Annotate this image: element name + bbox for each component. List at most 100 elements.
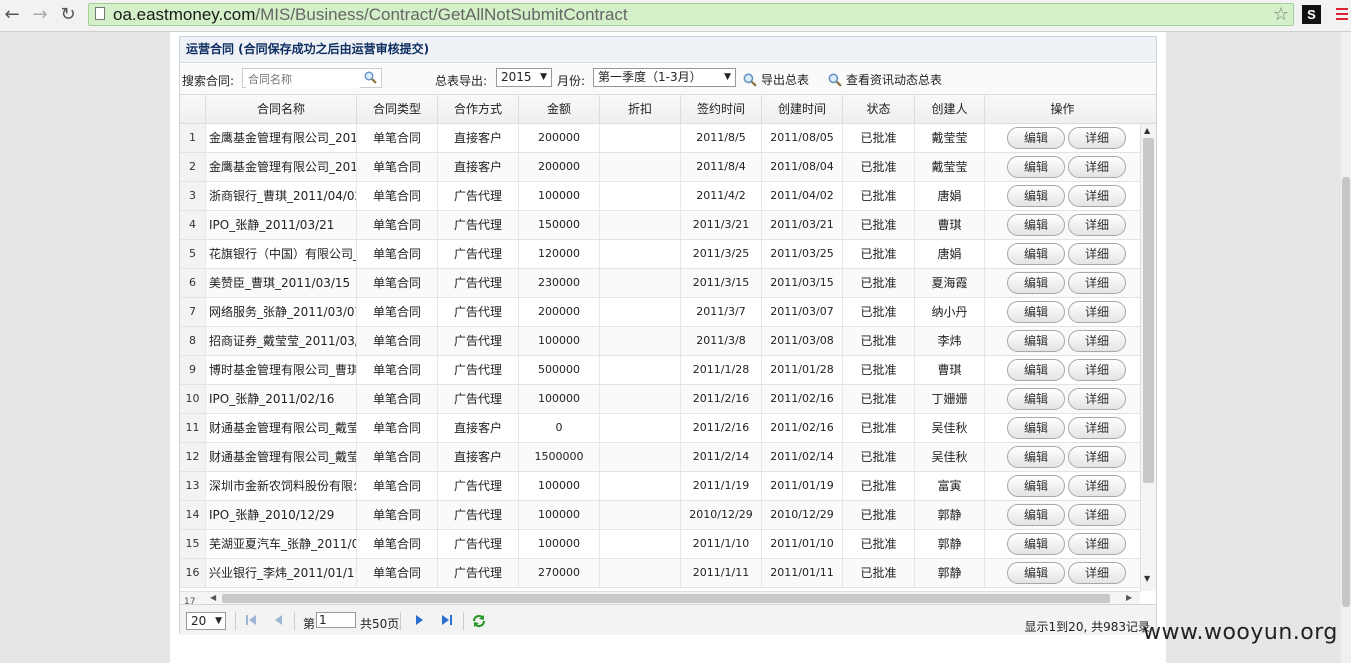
- export-button[interactable]: 导出总表: [743, 71, 809, 88]
- detail-button[interactable]: 详细: [1068, 185, 1126, 207]
- table-hscroll-thumb[interactable]: [222, 594, 1110, 603]
- scroll-up-icon[interactable]: ▲: [1144, 126, 1150, 135]
- table-row[interactable]: 15 芜湖亚夏汽车_张静_2011/01/单笔合同 广告代理 100000 2011/1…: [180, 530, 1140, 559]
- sign-date-cell: 2010/12/29: [681, 501, 762, 529]
- edit-button[interactable]: 编辑: [1007, 127, 1065, 149]
- table-row[interactable]: 4 IPO_张静_2011/03/21 单笔合同 广告代理 150000 2011/3/2…: [180, 211, 1140, 240]
- edit-button[interactable]: 编辑: [1007, 562, 1065, 584]
- next-page-icon[interactable]: [412, 613, 426, 630]
- browser-menu-icon[interactable]: [1336, 8, 1348, 23]
- created-date-cell: 2011/02/14: [762, 443, 843, 471]
- header-contract-name[interactable]: 合同名称: [206, 95, 357, 123]
- detail-button[interactable]: 详细: [1068, 417, 1126, 439]
- edit-button[interactable]: 编辑: [1007, 388, 1065, 410]
- edit-button[interactable]: 编辑: [1007, 214, 1065, 236]
- table-row[interactable]: 5 花旗银行（中国）有限公司_ 单笔合同 广告代理 120000 2011/3/25 201…: [180, 240, 1140, 269]
- header-discount[interactable]: 折扣: [600, 95, 681, 123]
- scroll-right-icon[interactable]: ▶: [1126, 593, 1132, 602]
- url-text[interactable]: oa.eastmoney.com/MIS/Business/Contract/G…: [113, 5, 628, 25]
- detail-button[interactable]: 详细: [1068, 330, 1126, 352]
- edit-button[interactable]: 编辑: [1007, 272, 1065, 294]
- view-summary-button[interactable]: 查看资讯动态总表: [828, 71, 942, 88]
- table-row[interactable]: 12 财通基金管理有限公司_戴莹 单笔合同 直接客户 1500000 2011/2/14 2…: [180, 443, 1140, 472]
- refresh-icon[interactable]: [471, 613, 487, 632]
- edit-button[interactable]: 编辑: [1007, 533, 1065, 555]
- header-contract-type[interactable]: 合同类型: [357, 95, 438, 123]
- search-field[interactable]: [242, 68, 382, 88]
- header-sign-date[interactable]: 签约时间: [681, 95, 762, 123]
- page-scrollbar-thumb[interactable]: [1342, 177, 1350, 607]
- detail-button[interactable]: 详细: [1068, 301, 1126, 323]
- table-vscroll-thumb[interactable]: [1143, 138, 1154, 483]
- edit-button[interactable]: 编辑: [1007, 417, 1065, 439]
- cooperation-mode-cell: 广告代理: [438, 559, 519, 587]
- table-row[interactable]: 9 博时基金管理有限公司_曹琪 单笔合同 广告代理 500000 2011/1/28 201…: [180, 356, 1140, 385]
- scroll-left-icon[interactable]: ◀: [210, 593, 216, 602]
- search-icon[interactable]: [364, 71, 377, 87]
- header-cooperation-mode[interactable]: 合作方式: [438, 95, 519, 123]
- edit-button[interactable]: 编辑: [1007, 475, 1065, 497]
- table-horizontal-scrollbar[interactable]: ◀ ▶: [180, 591, 1140, 605]
- edit-button[interactable]: 编辑: [1007, 185, 1065, 207]
- created-date-cell: 2011/01/11: [762, 559, 843, 587]
- detail-button[interactable]: 详细: [1068, 475, 1126, 497]
- table-vertical-scrollbar[interactable]: ▲ ▼: [1140, 124, 1156, 591]
- extension-s-icon[interactable]: S: [1302, 5, 1321, 24]
- table-row[interactable]: 10 IPO_张静_2011/02/16 单笔合同 广告代理 100000 2011/2/…: [180, 385, 1140, 414]
- header-created-date[interactable]: 创建时间: [762, 95, 843, 123]
- edit-button[interactable]: 编辑: [1007, 446, 1065, 468]
- detail-button[interactable]: 详细: [1068, 127, 1126, 149]
- table-row[interactable]: 3 浙商银行_曹琪_2011/04/02 单笔合同 广告代理 100000 2011/4/…: [180, 182, 1140, 211]
- page-scrollbar[interactable]: [1341, 32, 1351, 663]
- sign-date-cell: 2011/2/16: [681, 414, 762, 442]
- page-number-input[interactable]: 1: [316, 612, 356, 628]
- reload-icon[interactable]: ↻: [58, 5, 78, 25]
- table-row[interactable]: 6 美赞臣_曹琪_2011/03/15 单笔合同 广告代理 230000 2011/3/1…: [180, 269, 1140, 298]
- scroll-down-icon[interactable]: ▼: [1144, 574, 1150, 583]
- detail-button[interactable]: 详细: [1068, 243, 1126, 265]
- page-size-select[interactable]: 20 ▼: [186, 612, 226, 630]
- detail-button[interactable]: 详细: [1068, 214, 1126, 236]
- edit-button[interactable]: 编辑: [1007, 359, 1065, 381]
- edit-button[interactable]: 编辑: [1007, 156, 1065, 178]
- actions-cell: 编辑 详细: [985, 182, 1140, 210]
- created-date-cell: 2011/03/25: [762, 240, 843, 268]
- month-select[interactable]: 第一季度（1-3月） ▼: [593, 68, 736, 87]
- forward-arrow-icon[interactable]: →: [30, 5, 50, 25]
- back-arrow-icon[interactable]: ←: [2, 5, 22, 25]
- detail-button[interactable]: 详细: [1068, 359, 1126, 381]
- actions-cell: 编辑 详细: [985, 443, 1140, 471]
- detail-button[interactable]: 详细: [1068, 533, 1126, 555]
- table-row[interactable]: 13 深圳市金新农饲料股份有限公 单笔合同 广告代理 100000 2011/1/19 20…: [180, 472, 1140, 501]
- table-row[interactable]: 16 兴业银行_李炜_2011/01/11 单笔合同 广告代理 270000 2011/1…: [180, 559, 1140, 588]
- table-row[interactable]: 14 IPO_张静_2010/12/29 单笔合同 广告代理 100000 2010/12…: [180, 501, 1140, 530]
- detail-button[interactable]: 详细: [1068, 446, 1126, 468]
- cooperation-mode-cell: 直接客户: [438, 414, 519, 442]
- table-row[interactable]: 2 金鹰基金管理有限公司_201 单笔合同 直接客户 200000 2011/8/4 201…: [180, 153, 1140, 182]
- table-row[interactable]: 1 金鹰基金管理有限公司_201 单笔合同 直接客户 200000 2011/8/5 201…: [180, 124, 1140, 153]
- first-page-icon[interactable]: [244, 613, 258, 630]
- search-input[interactable]: [246, 70, 360, 88]
- edit-button[interactable]: 编辑: [1007, 301, 1065, 323]
- detail-button[interactable]: 详细: [1068, 504, 1126, 526]
- detail-button[interactable]: 详细: [1068, 388, 1126, 410]
- edit-button[interactable]: 编辑: [1007, 330, 1065, 352]
- address-bar[interactable]: oa.eastmoney.com/MIS/Business/Contract/G…: [88, 3, 1294, 26]
- bookmark-star-icon[interactable]: ☆: [1273, 4, 1289, 25]
- detail-button[interactable]: 详细: [1068, 156, 1126, 178]
- header-creator[interactable]: 创建人: [915, 95, 985, 123]
- last-page-icon[interactable]: [440, 613, 454, 630]
- edit-button[interactable]: 编辑: [1007, 504, 1065, 526]
- table-row[interactable]: 11 财通基金管理有限公司_戴莹 单笔合同 直接客户 0 2011/2/16 2011/02…: [180, 414, 1140, 443]
- table-row[interactable]: 7 网络服务_张静_2011/03/07 单笔合同 广告代理 200000 2011/3/…: [180, 298, 1140, 327]
- prev-page-icon[interactable]: [272, 613, 286, 630]
- detail-button[interactable]: 详细: [1068, 272, 1126, 294]
- header-amount[interactable]: 金额: [519, 95, 600, 123]
- contract-type-cell: 单笔合同: [357, 240, 438, 268]
- table-row[interactable]: 8 招商证券_戴莹莹_2011/03/0 单笔合同 广告代理 100000 2011/3/…: [180, 327, 1140, 356]
- detail-button[interactable]: 详细: [1068, 562, 1126, 584]
- amount-cell: 150000: [519, 211, 600, 239]
- edit-button[interactable]: 编辑: [1007, 243, 1065, 265]
- year-select[interactable]: 2015 ▼: [496, 68, 552, 87]
- header-status[interactable]: 状态: [843, 95, 915, 123]
